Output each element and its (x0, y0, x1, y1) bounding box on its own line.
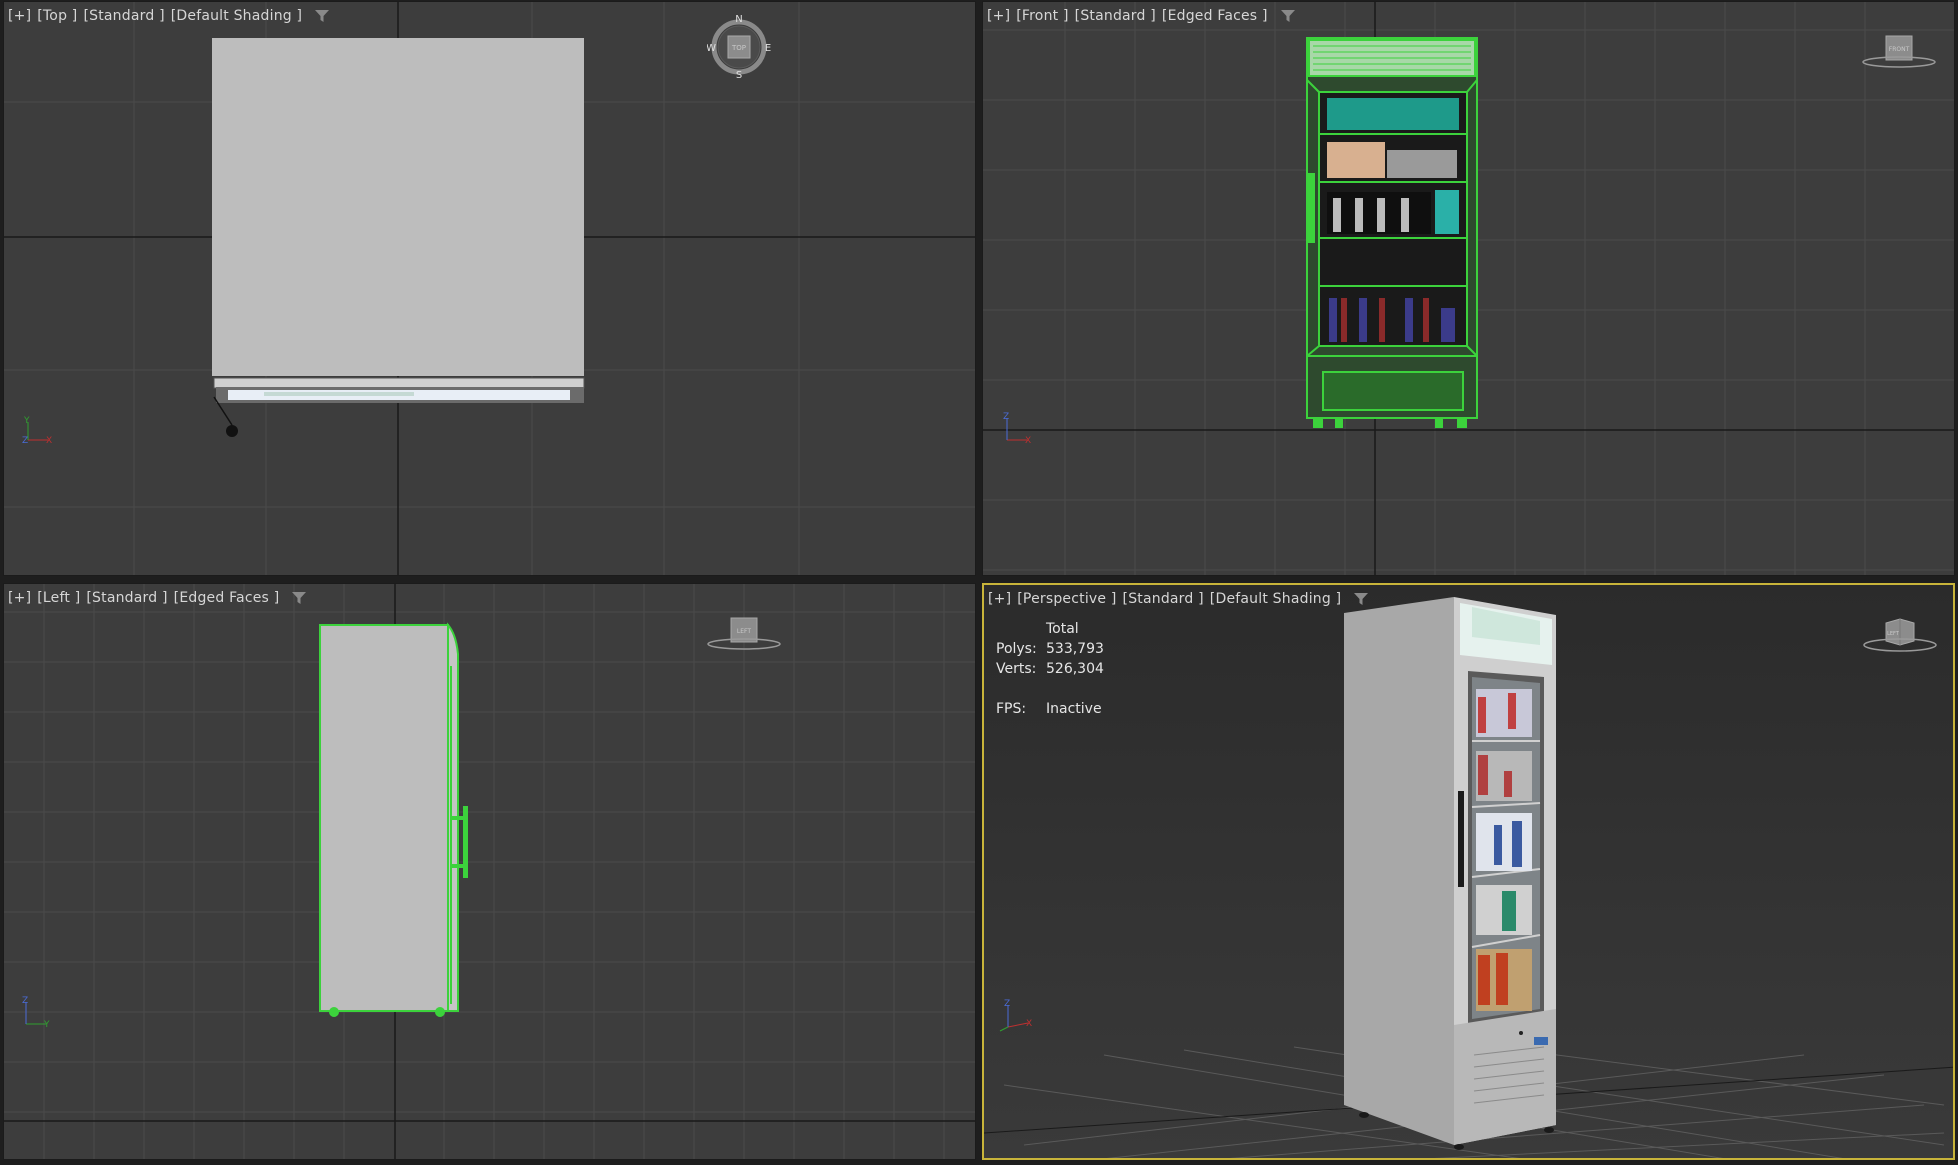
viewport-front-plus-menu[interactable]: [+] (987, 8, 1010, 24)
compass-north: N (735, 14, 742, 25)
polys-label: Polys: (996, 641, 1037, 657)
viewport-top-shading-menu[interactable]: [Default Shading ] (171, 8, 302, 24)
filter-icon[interactable] (291, 591, 307, 605)
svg-text:Y: Y (23, 416, 30, 426)
svg-text:Z: Z (1003, 412, 1009, 422)
viewport-perspective-shading-menu[interactable]: [Default Shading ] (1210, 591, 1341, 607)
viewport-left-label: [+] [Left ] [Standard ] [Edged Faces ] (8, 590, 307, 606)
filter-icon[interactable] (1280, 9, 1296, 23)
svg-text:Z: Z (1004, 999, 1010, 1009)
fps-value: Inactive (1046, 701, 1102, 717)
svg-text:Z: Z (22, 996, 28, 1006)
viewcube-perspective[interactable]: LEFT (1860, 615, 1940, 663)
svg-text:X: X (46, 436, 52, 446)
compass-west: W (707, 43, 716, 54)
fridge-perspective[interactable] (1344, 597, 1556, 1150)
viewport-perspective-scene: X Z (984, 585, 1953, 1158)
door-handle-top (226, 425, 238, 437)
svg-text:X: X (1026, 1019, 1032, 1029)
viewcube-front[interactable]: FRONT (1859, 32, 1939, 80)
axis-tripod-top: X Y Z (22, 416, 52, 446)
compass-south: S (736, 70, 742, 81)
viewport-top-mode-menu[interactable]: [Standard ] (83, 8, 164, 24)
viewport-front-scene: X Z (983, 2, 1954, 575)
axis-tripod-front: X Z (1003, 412, 1031, 446)
viewport-top-scene: X Y Z (4, 2, 975, 575)
verts-label: Verts: (996, 661, 1037, 677)
fridge-top-body[interactable] (212, 38, 584, 376)
viewcube-face-label: FRONT (1889, 46, 1910, 53)
viewport-perspective-mode-menu[interactable]: [Standard ] (1123, 591, 1204, 607)
viewport-top-label: [+] [Top ] [Standard ] [Default Shading … (8, 8, 330, 24)
svg-text:Z: Z (22, 436, 28, 446)
polys-value: 533,793 (1046, 641, 1104, 657)
viewport-top-plus-menu[interactable]: [+] (8, 8, 31, 24)
svg-text:Y: Y (43, 1020, 50, 1030)
viewport-left[interactable]: Y Z [+] [Left ] [Standard ] [Edged Faces… (3, 583, 976, 1160)
viewport-front-label: [+] [Front ] [Standard ] [Edged Faces ] (987, 8, 1296, 24)
verts-value: 526,304 (1046, 661, 1104, 677)
fps-label: FPS: (996, 701, 1027, 717)
viewport-front-shading-menu[interactable]: [Edged Faces ] (1162, 8, 1268, 24)
fridge-side-body[interactable] (319, 622, 468, 1017)
viewport-front-view-menu[interactable]: [Front ] (1016, 8, 1068, 24)
viewcube-face-label: LEFT (737, 628, 751, 635)
viewport-left-view-menu[interactable]: [Left ] (37, 590, 80, 606)
viewcube-face-label: LEFT (1887, 631, 1900, 637)
viewport-left-scene: Y Z (4, 584, 975, 1159)
viewport-perspective-view-menu[interactable]: [Perspective ] (1017, 591, 1116, 607)
statistics-overlay: Total Polys: 533,793 Verts: 526,304 FPS:… (996, 619, 1104, 719)
filter-icon[interactable] (1353, 592, 1369, 606)
viewport-left-shading-menu[interactable]: [Edged Faces ] (174, 590, 280, 606)
stats-header: Total (1046, 621, 1079, 637)
filter-icon[interactable] (314, 9, 330, 23)
viewport-left-plus-menu[interactable]: [+] (8, 590, 31, 606)
viewport-front-mode-menu[interactable]: [Standard ] (1075, 8, 1156, 24)
viewport-top[interactable]: X Y Z [+] [Top ] [Standard ] [Default Sh… (3, 1, 976, 576)
axis-tripod-left: Y Z (22, 996, 50, 1030)
svg-text:X: X (1025, 436, 1031, 446)
viewport-top-view-menu[interactable]: [Top ] (37, 8, 77, 24)
viewport-perspective-label: [+] [Perspective ] [Standard ] [Default … (988, 591, 1369, 607)
viewcube-face-label: TOP (731, 44, 746, 52)
viewport-left-mode-menu[interactable]: [Standard ] (86, 590, 167, 606)
viewport-front[interactable]: X Z [+] [Front ] [Standard ] [Edged Face… (982, 1, 1955, 576)
viewcube-left[interactable]: LEFT (704, 614, 784, 662)
viewport-perspective-plus-menu[interactable]: [+] (988, 591, 1011, 607)
compass-east: E (765, 43, 771, 54)
compass-viewcube[interactable]: TOP N S E W (707, 14, 777, 84)
viewport-perspective[interactable]: X Z [+] [Perspective ] [Standard ] [Defa… (982, 583, 1955, 1160)
